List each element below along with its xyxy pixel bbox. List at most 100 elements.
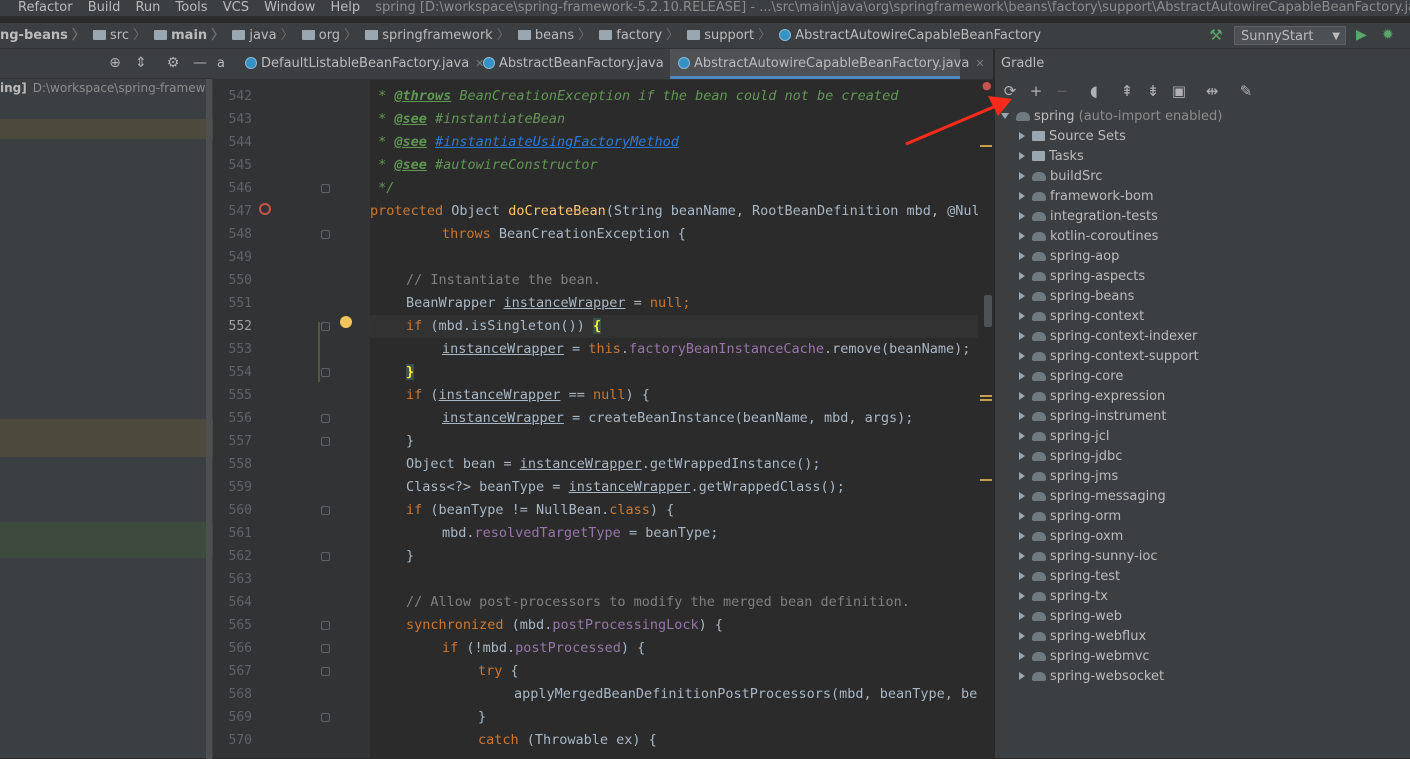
gradle-tree-node[interactable]: spring-context-indexer	[1019, 327, 1197, 347]
override-marker-icon[interactable]	[259, 203, 271, 215]
warning-marker[interactable]	[980, 479, 992, 481]
fold-marker[interactable]	[321, 414, 330, 423]
gradle-tree-node[interactable]: kotlin-coroutines	[1019, 227, 1158, 247]
gradle-tree-node[interactable]: spring-messaging	[1019, 487, 1166, 507]
fold-marker[interactable]	[321, 506, 330, 515]
close-icon[interactable]: ✕	[975, 57, 984, 70]
gradle-tree-node[interactable]: spring-core	[1019, 367, 1123, 387]
project-scrollbar[interactable]	[206, 79, 212, 759]
expand-all-icon[interactable]: ⇞	[1118, 82, 1136, 100]
gear-icon[interactable]: ⚙	[165, 55, 181, 71]
gradle-tree-node[interactable]: spring-webmvc	[1019, 647, 1150, 667]
gradle-tree-node[interactable]: spring-orm	[1019, 507, 1121, 527]
breadcrumb-springframework[interactable]: springframework 〉	[365, 23, 510, 48]
run-configuration-select[interactable]: SunnyStart ▼	[1234, 26, 1346, 45]
fold-marker[interactable]	[321, 437, 330, 446]
collapse-all-icon[interactable]: ⇟	[1144, 82, 1162, 100]
gradle-tree-node[interactable]: Tasks	[1019, 147, 1084, 167]
hide-minus-icon[interactable]: —	[192, 55, 208, 71]
tab-abstract-bean-factory[interactable]: AbstractBeanFactory.java✕	[475, 49, 679, 79]
remove-icon[interactable]: −	[1053, 82, 1071, 100]
fold-marker[interactable]	[321, 667, 330, 676]
menu-build[interactable]: Build	[88, 0, 121, 15]
gradle-tree-node[interactable]: buildSrc	[1019, 167, 1102, 187]
fold-marker[interactable]	[321, 184, 330, 193]
line-number: 559	[228, 480, 252, 495]
fold-marker[interactable]	[321, 322, 330, 331]
code-text: .	[620, 341, 629, 357]
fold-marker[interactable]	[321, 368, 330, 377]
gradle-tree-node[interactable]: spring-web	[1019, 607, 1122, 627]
settings-wrench-icon[interactable]: ✎	[1237, 82, 1255, 100]
keyword: protected	[370, 203, 444, 219]
menu-tools[interactable]: Tools	[176, 0, 208, 15]
gradle-tree-node[interactable]: spring-oxm	[1019, 527, 1123, 547]
gradle-root-node[interactable]: spring (auto-import enabled)	[1001, 107, 1222, 127]
breadcrumb-class[interactable]: AbstractAutowireCapableBeanFactory	[779, 23, 1041, 48]
menu-run[interactable]: Run	[135, 0, 160, 15]
breadcrumb-main[interactable]: main 〉	[154, 23, 224, 48]
tree-row-highlight[interactable]	[0, 119, 213, 139]
gradle-tree-node[interactable]: spring-jms	[1019, 467, 1118, 487]
editor-gutter[interactable]: 542 543 544 545 546 547 548 549 550 551 …	[213, 80, 370, 758]
tab-truncated[interactable]: a	[213, 49, 231, 79]
tree-row-selected[interactable]	[0, 522, 213, 558]
breadcrumb-org[interactable]: org 〉	[301, 23, 357, 48]
gradle-tree-node[interactable]: spring-websocket	[1019, 667, 1164, 687]
folder-icon	[154, 30, 168, 40]
gradle-tree-node[interactable]: spring-tx	[1019, 587, 1108, 607]
tab-abstract-autowire-capable-bean-factory[interactable]: AbstractAutowireCapableBeanFactory.java ✕	[670, 49, 985, 79]
fold-marker[interactable]	[321, 230, 330, 239]
project-root-node[interactable]: ing] D:\workspace\spring-framework-5.2.10…	[0, 79, 213, 97]
link-project-icon[interactable]: ▣	[1170, 82, 1188, 100]
warning-marker[interactable]	[980, 395, 992, 397]
project-toolbar: ⊕ ⇕ ⚙ —	[0, 49, 213, 79]
gradle-tree-node[interactable]: spring-sunny-ioc	[1019, 547, 1158, 567]
code-editor[interactable]: * @throws BeanCreationException if the b…	[370, 80, 993, 758]
gradle-tree-node[interactable]: spring-webflux	[1019, 627, 1146, 647]
vcs-change-marker[interactable]	[318, 322, 320, 382]
gradle-tree-node[interactable]: spring-aop	[1019, 247, 1119, 267]
gradle-tree-node[interactable]: spring-jdbc	[1019, 447, 1122, 467]
gradle-elephant-icon	[1032, 452, 1046, 461]
gradle-tree-node[interactable]: spring-instrument	[1019, 407, 1166, 427]
tree-row-highlight[interactable]	[0, 419, 213, 457]
gradle-tree-node[interactable]: spring-expression	[1019, 387, 1165, 407]
gradle-tree-node[interactable]: spring-beans	[1019, 287, 1134, 307]
breadcrumb-support[interactable]: support 〉	[687, 23, 771, 48]
error-stripe[interactable]	[978, 80, 993, 758]
collapse-icon[interactable]: ⇕	[133, 55, 149, 71]
fold-marker[interactable]	[321, 644, 330, 653]
fold-marker[interactable]	[321, 621, 330, 630]
warning-marker[interactable]	[980, 399, 992, 401]
gradle-tree-node[interactable]: spring-aspects	[1019, 267, 1145, 287]
gradle-tree-node[interactable]: framework-bom	[1019, 187, 1154, 207]
menu-refactor[interactable]: Refactor	[18, 0, 73, 15]
fold-marker[interactable]	[321, 552, 330, 561]
debug-bug-icon[interactable]: ✹	[1382, 26, 1398, 44]
editor-scrollbar-thumb[interactable]	[984, 295, 992, 327]
breadcrumb-beans[interactable]: beans 〉	[517, 23, 591, 48]
gradle-tree-node[interactable]: Source Sets	[1019, 127, 1126, 147]
gradle-tree-node[interactable]: integration-tests	[1019, 207, 1158, 227]
gradle-tree-node[interactable]: spring-context-support	[1019, 347, 1199, 367]
breadcrumb-src[interactable]: src 〉	[93, 23, 146, 48]
gradle-tree-node[interactable]: spring-jcl	[1019, 427, 1110, 447]
tab-default-listable-bean-factory[interactable]: DefaultListableBeanFactory.java ✕	[237, 49, 484, 79]
gradle-tree-node[interactable]: spring-test	[1019, 567, 1120, 587]
fold-marker[interactable]	[321, 713, 330, 722]
toggle-offline-icon[interactable]: ⇹	[1203, 82, 1221, 100]
breadcrumb-java[interactable]: java 〉	[232, 23, 294, 48]
breadcrumb-factory[interactable]: factory 〉	[599, 23, 679, 48]
menu-help[interactable]: Help	[331, 0, 361, 15]
menu-vcs[interactable]: VCS	[223, 0, 249, 15]
locate-crosshair-icon[interactable]: ⊕	[107, 55, 123, 71]
run-icon[interactable]: ▶	[1356, 26, 1372, 44]
lightbulb-icon[interactable]	[340, 316, 352, 328]
breadcrumb-module[interactable]: ng-beans 〉	[0, 23, 85, 48]
menu-window[interactable]: Window	[264, 0, 315, 15]
gradle-tree-node[interactable]: spring-context	[1019, 307, 1144, 327]
execute-task-icon[interactable]: ◖	[1085, 82, 1103, 100]
build-hammer-icon[interactable]: ⚒	[1207, 26, 1225, 44]
javadoc-link[interactable]: #instantiateUsingFactoryMethod	[435, 134, 679, 150]
